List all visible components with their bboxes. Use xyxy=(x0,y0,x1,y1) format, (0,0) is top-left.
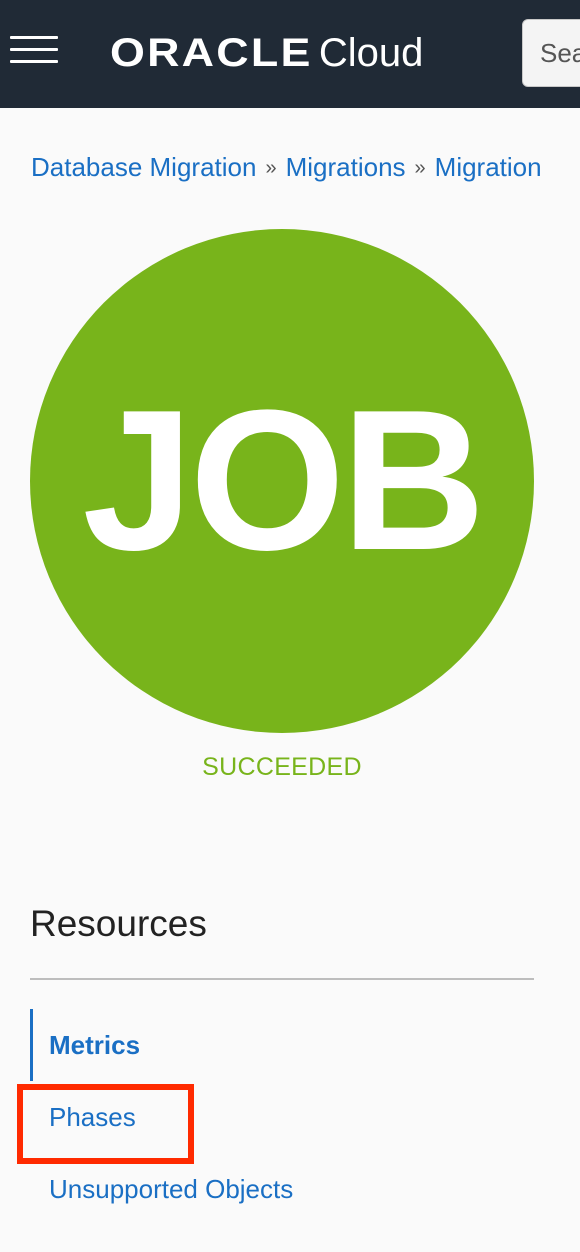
resources-divider xyxy=(30,978,534,980)
search-input[interactable]: Search xyxy=(522,19,580,87)
job-status-text: SUCCEEDED xyxy=(202,753,362,781)
job-status-icon: JOB xyxy=(30,229,534,733)
breadcrumb: Database Migration » Migrations » Migration xyxy=(31,152,542,183)
resources-item-phases[interactable]: Phases xyxy=(30,1081,534,1153)
breadcrumb-migration[interactable]: Migration xyxy=(435,152,542,182)
brand-cloud-text: Cloud xyxy=(318,30,424,75)
breadcrumb-migrations[interactable]: Migrations xyxy=(286,152,406,182)
resources-item-unsupported-objects[interactable]: Unsupported Objects xyxy=(30,1153,534,1225)
oracle-cloud-logo[interactable]: ORACLE Cloud xyxy=(110,28,423,78)
top-navigation-bar: ORACLE Cloud Search xyxy=(0,0,580,108)
breadcrumb-database-migration[interactable]: Database Migration xyxy=(31,152,256,182)
resources-item-metrics[interactable]: Metrics xyxy=(30,1009,534,1081)
resources-nav: Metrics Phases Unsupported Objects xyxy=(30,1009,534,1225)
hamburger-menu-icon[interactable] xyxy=(10,36,58,64)
breadcrumb-separator: » xyxy=(414,157,426,179)
brand-oracle-text: ORACLE xyxy=(110,30,313,75)
breadcrumb-separator: » xyxy=(265,157,277,179)
job-icon-label: JOB xyxy=(82,369,485,592)
resources-heading: Resources xyxy=(30,903,207,944)
